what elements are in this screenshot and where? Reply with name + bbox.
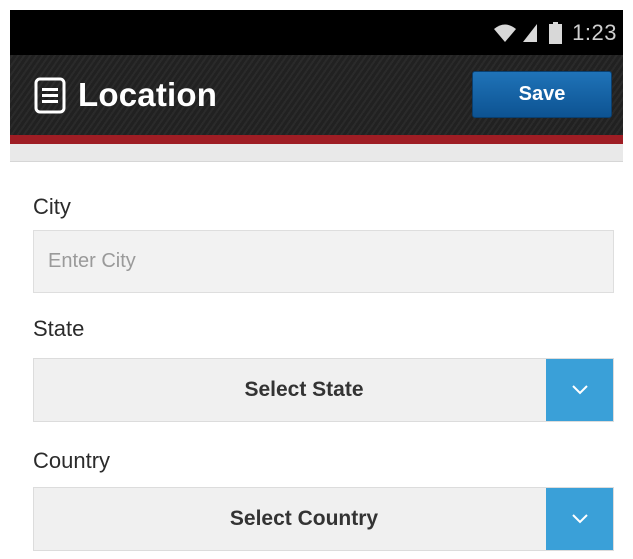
accent-divider xyxy=(10,135,623,144)
status-time: 1:23 xyxy=(572,19,617,45)
chevron-down-icon[interactable] xyxy=(546,488,613,550)
action-bar: Location Save xyxy=(10,55,623,135)
country-label: Country xyxy=(33,448,111,473)
app-screen: 1:23 Location Save City State Select Sta… xyxy=(0,0,633,559)
state-select-value: Select State xyxy=(244,378,364,401)
city-input[interactable] xyxy=(33,230,614,293)
state-label: State xyxy=(33,316,85,341)
country-select-value: Select Country xyxy=(229,507,379,530)
page-title: Location xyxy=(78,76,218,113)
wifi-icon xyxy=(494,24,517,42)
chevron-down-icon[interactable] xyxy=(546,359,613,421)
status-bar: 1:23 xyxy=(10,10,623,55)
list-menu-icon[interactable] xyxy=(34,77,66,114)
state-select[interactable]: Select State xyxy=(33,358,614,422)
header-shadow-band xyxy=(10,144,623,162)
signal-icon xyxy=(523,23,538,42)
save-button[interactable]: Save xyxy=(472,71,612,118)
city-label: City xyxy=(33,194,71,219)
battery-icon xyxy=(549,21,563,44)
country-select[interactable]: Select Country xyxy=(33,487,614,551)
